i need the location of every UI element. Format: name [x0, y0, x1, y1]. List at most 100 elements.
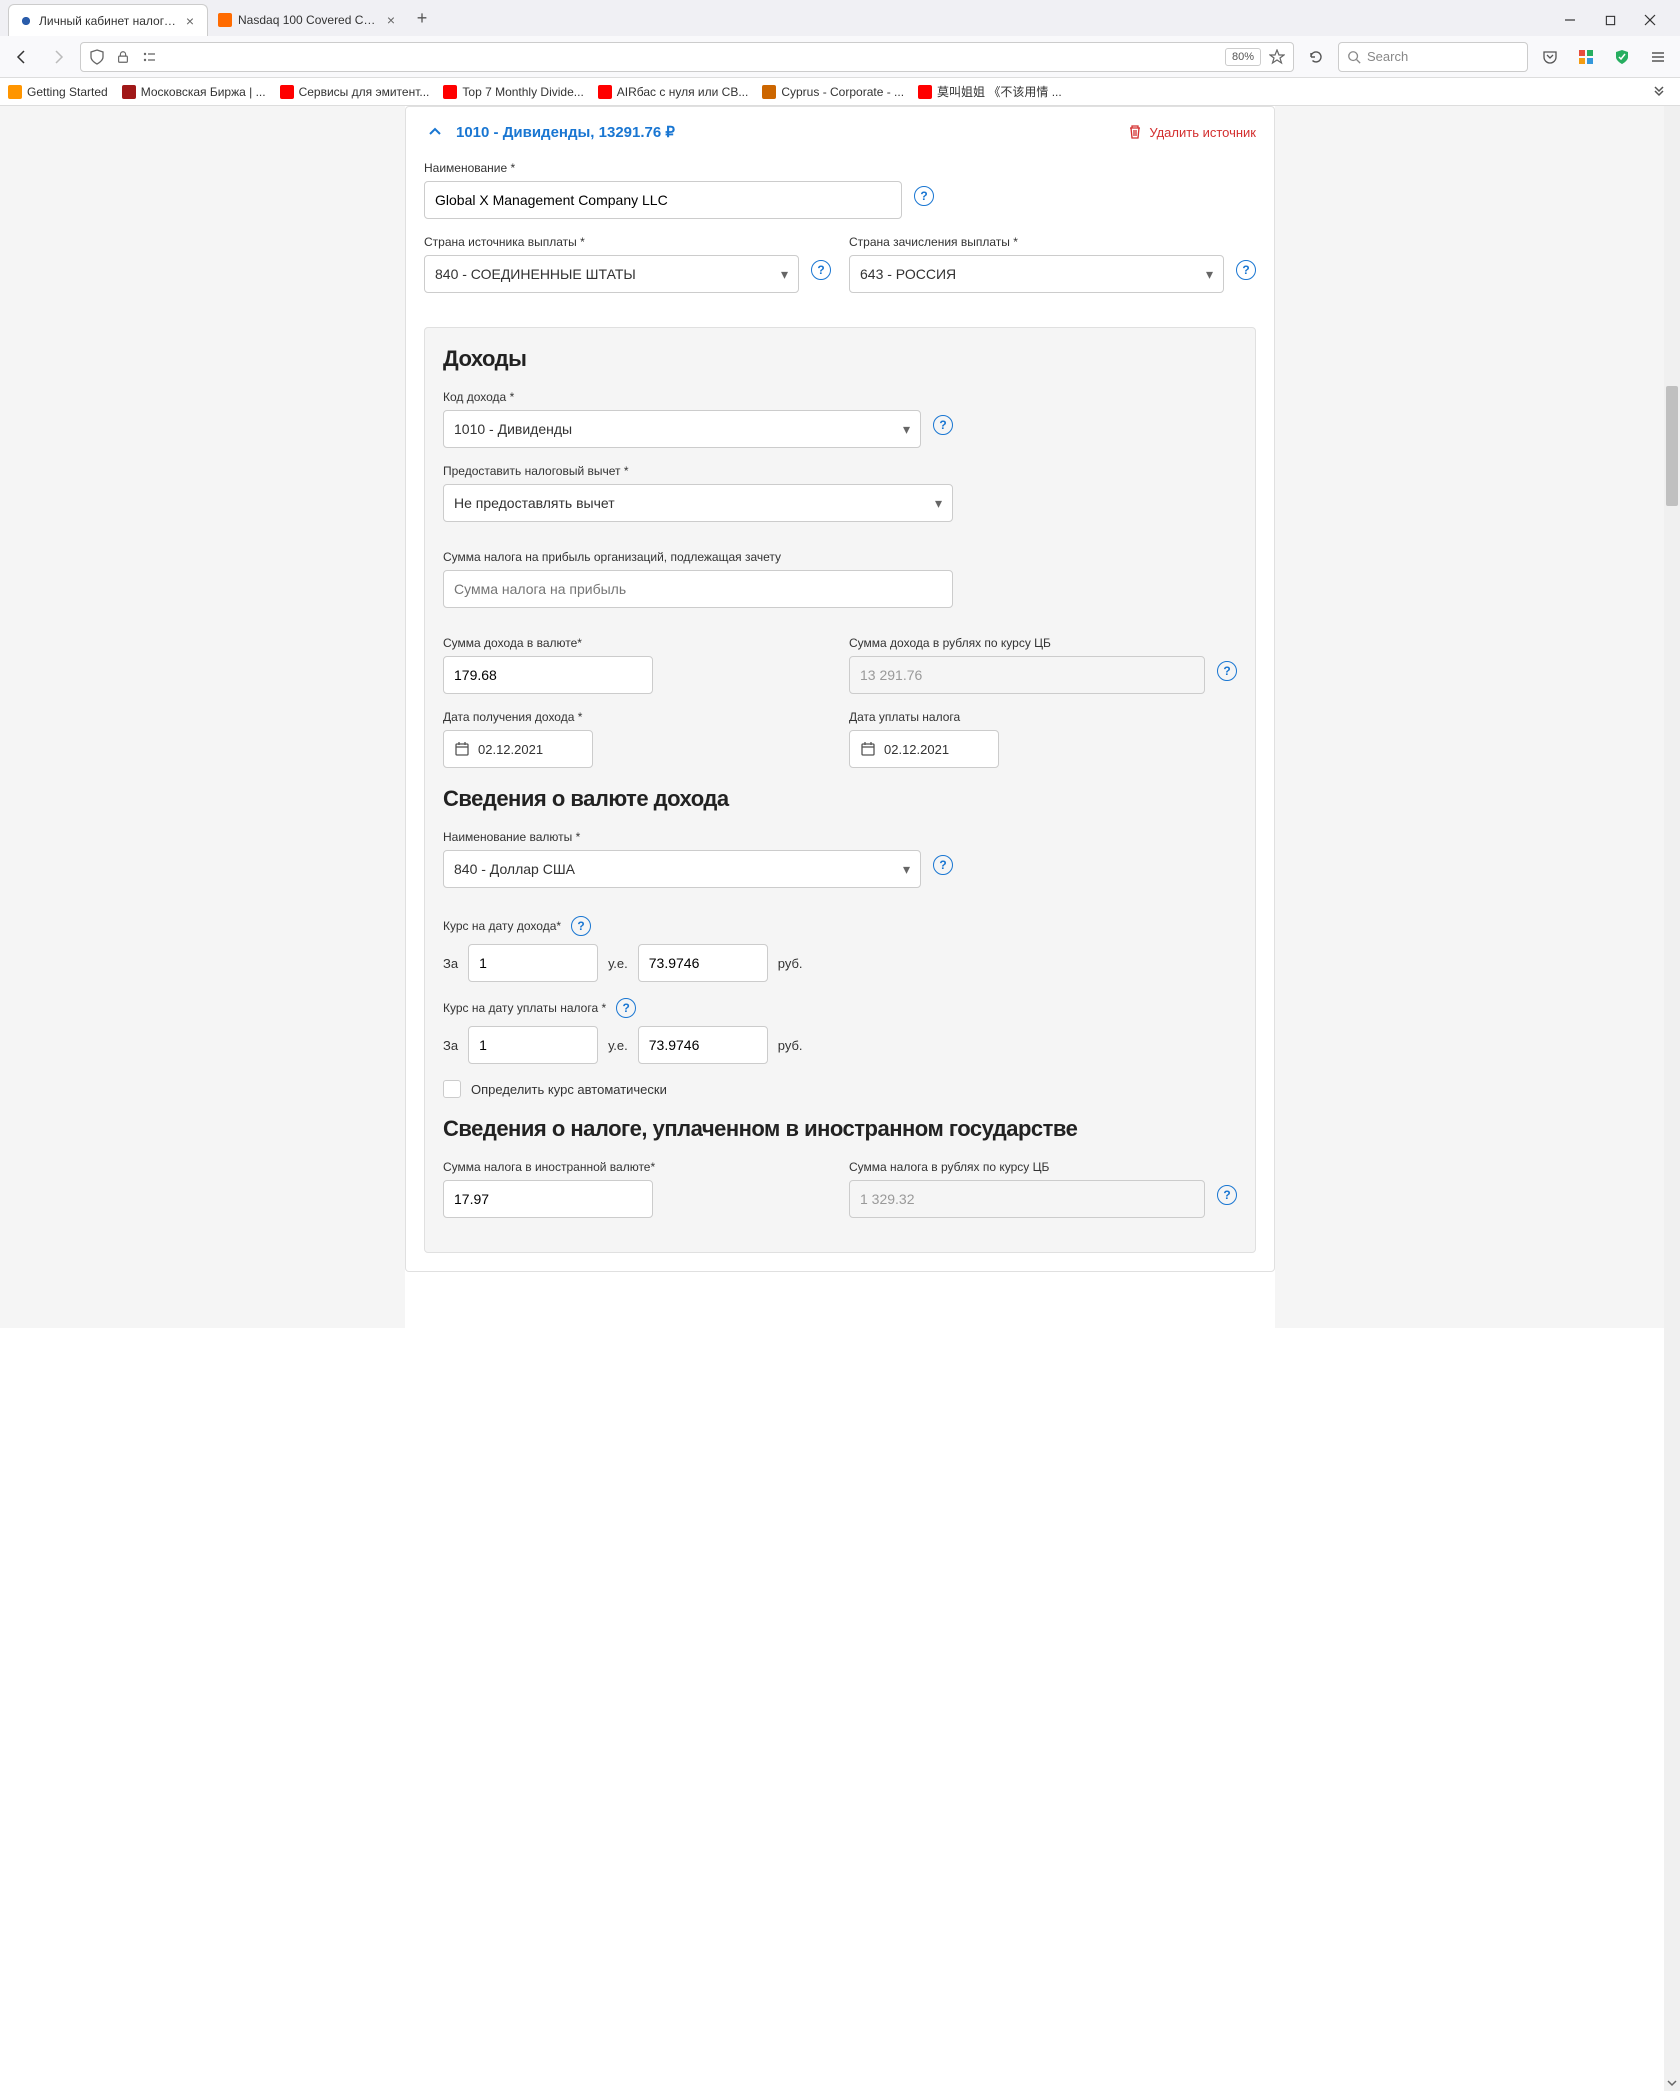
bookmarks-overflow[interactable] [1646, 83, 1672, 100]
date-tax-input[interactable]: 02.12.2021 [849, 730, 999, 768]
auto-rate-row: Определить курс автоматически [443, 1080, 1237, 1098]
close-window-button[interactable] [1636, 10, 1664, 30]
currency-section: Сведения о валюте дохода Наименование ва… [443, 786, 1237, 1218]
chevron-down-icon: ▾ [1206, 266, 1213, 283]
bookmark-star-icon[interactable] [1267, 47, 1287, 67]
rate-tax-value-input[interactable] [638, 1026, 768, 1064]
foreign-tax-cur-label: Сумма налога в иностранной валюте* [443, 1160, 831, 1174]
lock-icon[interactable] [113, 47, 133, 67]
new-tab-button[interactable]: + [408, 4, 436, 32]
close-icon[interactable]: × [183, 14, 197, 28]
favicon [218, 13, 232, 27]
bookmark-item[interactable]: Top 7 Monthly Divide... [443, 85, 583, 99]
deduction-select[interactable]: Не предоставлять вычет ▾ [443, 484, 953, 522]
foreign-tax-rub-label: Сумма налога в рублях по курсу ЦБ [849, 1160, 1237, 1174]
auto-rate-label: Определить курс автоматически [471, 1082, 667, 1097]
auto-rate-checkbox[interactable] [443, 1080, 461, 1098]
currency-name-label: Наименование валюты * [443, 830, 953, 844]
help-icon[interactable]: ? [616, 998, 636, 1018]
deduction-label: Предоставить налоговый вычет * [443, 464, 953, 478]
trash-icon [1127, 124, 1143, 140]
rcv-country-select[interactable]: 643 - РОССИЯ ▾ [849, 255, 1224, 293]
extension-icon-2[interactable] [1608, 43, 1636, 71]
bookmark-item[interactable]: Сервисы для эмитент... [280, 85, 430, 99]
bookmark-item[interactable]: 莫叫姐姐 《不该用情 ... [918, 83, 1062, 100]
rate-tax-per-input[interactable] [468, 1026, 598, 1064]
foreign-tax-cur-input[interactable] [443, 1180, 653, 1218]
favicon [19, 14, 33, 28]
amount-currency-input[interactable] [443, 656, 653, 694]
profit-tax-input[interactable] [443, 570, 953, 608]
browser-tab[interactable]: Nasdaq 100 Covered Call ETF (Q × [208, 4, 408, 36]
help-icon[interactable]: ? [1217, 1185, 1237, 1205]
income-code-label: Код дохода * [443, 390, 953, 404]
date-income-input[interactable]: 02.12.2021 [443, 730, 593, 768]
rate-tax-row: За у.е. руб. [443, 1026, 1237, 1064]
browser-tab-active[interactable]: Личный кабинет налогоплате × [8, 4, 208, 36]
minimize-button[interactable] [1556, 10, 1584, 30]
back-button[interactable] [8, 43, 36, 71]
chevron-up-icon[interactable] [424, 121, 446, 143]
permissions-icon[interactable] [139, 47, 159, 67]
src-country-select[interactable]: 840 - СОЕДИНЕННЫЕ ШТАТЫ ▾ [424, 255, 799, 293]
income-code-select[interactable]: 1010 - Дивиденды ▾ [443, 410, 921, 448]
bookmark-item[interactable]: AIRбас с нуля или СВ... [598, 85, 749, 99]
scrollbar-down-button[interactable] [1664, 2075, 1680, 2091]
close-icon[interactable]: × [384, 13, 398, 27]
maximize-button[interactable] [1596, 10, 1624, 30]
tab-title: Личный кабинет налогоплате [39, 14, 177, 28]
rate-income-row: За у.е. руб. [443, 944, 1237, 982]
rate-income-label: Курс на дату дохода* [443, 919, 561, 933]
help-icon[interactable]: ? [571, 916, 591, 936]
card-body: Наименование * ? Страна источника выплат… [406, 157, 1274, 327]
rate-tax-label: Курс на дату уплаты налога * [443, 1001, 606, 1015]
name-input[interactable] [424, 181, 902, 219]
bookmark-item[interactable]: Getting Started [8, 85, 108, 99]
foreign-tax-heading: Сведения о налоге, уплаченном в иностран… [443, 1116, 1237, 1142]
src-country-label: Страна источника выплаты * [424, 235, 831, 249]
chevron-down-icon: ▾ [903, 421, 910, 438]
browser-titlebar: Личный кабинет налогоплате × Nasdaq 100 … [0, 0, 1680, 36]
date-income-label: Дата получения дохода * [443, 710, 831, 724]
tab-title: Nasdaq 100 Covered Call ETF (Q [238, 13, 378, 27]
page-content: 1010 - Дивиденды, 13291.76 ₽ Удалить ист… [405, 106, 1275, 1328]
rate-income-value-input[interactable] [638, 944, 768, 982]
help-icon[interactable]: ? [914, 186, 934, 206]
name-label: Наименование * [424, 161, 934, 175]
chevron-down-icon: ▾ [781, 266, 788, 283]
app-menu-button[interactable] [1644, 43, 1672, 71]
date-tax-label: Дата уплаты налога [849, 710, 1237, 724]
calendar-icon [860, 741, 876, 757]
income-heading: Доходы [443, 346, 1237, 372]
browser-tabs: Личный кабинет налогоплате × Nasdaq 100 … [8, 4, 1548, 36]
zoom-badge[interactable]: 80% [1225, 48, 1261, 66]
url-bar[interactable]: 80% [80, 42, 1294, 72]
extension-icon[interactable] [1572, 43, 1600, 71]
bookmark-item[interactable]: Московская Биржа | ... [122, 85, 266, 99]
page-viewport: 1010 - Дивиденды, 13291.76 ₽ Удалить ист… [0, 106, 1680, 1328]
forward-button[interactable] [44, 43, 72, 71]
pocket-icon[interactable] [1536, 43, 1564, 71]
reload-button[interactable] [1302, 43, 1330, 71]
card-title: 1010 - Дивиденды, 13291.76 ₽ [456, 123, 1127, 141]
search-bar[interactable]: Search [1338, 42, 1528, 72]
chevron-down-icon: ▾ [903, 861, 910, 878]
delete-source-button[interactable]: Удалить источник [1127, 124, 1256, 140]
income-source-card: 1010 - Дивиденды, 13291.76 ₽ Удалить ист… [405, 106, 1275, 1272]
foreign-tax-rub-input [849, 1180, 1205, 1218]
bookmark-item[interactable]: Cyprus - Corporate - ... [762, 85, 904, 99]
search-placeholder: Search [1367, 49, 1408, 64]
help-icon[interactable]: ? [1236, 260, 1256, 280]
help-icon[interactable]: ? [1217, 661, 1237, 681]
shield-icon[interactable] [87, 47, 107, 67]
rate-income-per-input[interactable] [468, 944, 598, 982]
scrollbar-track[interactable] [1664, 106, 1680, 2075]
help-icon[interactable]: ? [933, 415, 953, 435]
scrollbar-thumb[interactable] [1666, 386, 1678, 506]
profit-tax-label: Сумма налога на прибыль организаций, под… [443, 550, 953, 564]
currency-select[interactable]: 840 - Доллар США ▾ [443, 850, 921, 888]
help-icon[interactable]: ? [933, 855, 953, 875]
card-header: 1010 - Дивиденды, 13291.76 ₽ Удалить ист… [406, 107, 1274, 157]
search-icon [1347, 50, 1361, 64]
help-icon[interactable]: ? [811, 260, 831, 280]
